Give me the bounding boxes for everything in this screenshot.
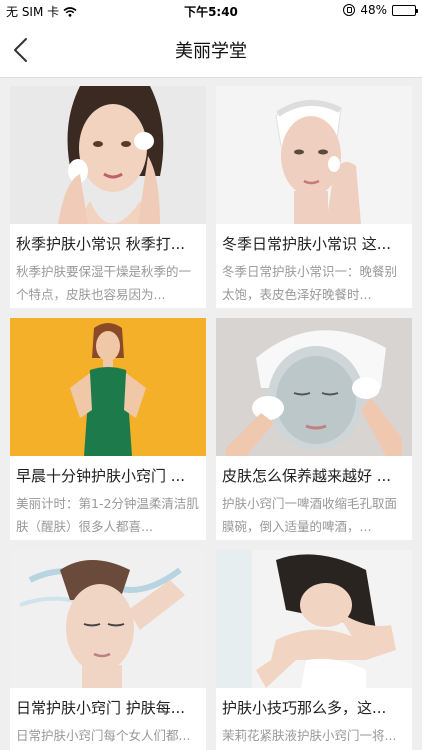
article-title: 护肤小技巧那么多，这...: [222, 699, 387, 717]
article-summary: 日常护肤小窍门每个女人们都...: [16, 728, 191, 743]
article-summary: 冬季日常护肤小常识一：晚餐别太饱，表皮色泽好晚餐时...: [222, 264, 398, 302]
article-summary: 茉莉花紧肤液护肤小窍门一将...: [222, 728, 397, 743]
article-thumbnail: [10, 550, 206, 688]
article-card[interactable]: 日常护肤小窍门 护肤每... 日常护肤小窍门每个女人们都...: [10, 550, 206, 750]
article-thumbnail: [216, 318, 412, 456]
battery-percent: 48%: [360, 3, 387, 17]
article-title: 秋季护肤小常识 秋季打...: [16, 235, 186, 253]
nav-bar: 美丽学堂: [0, 22, 422, 78]
article-title: 冬季日常护肤小常识 这...: [222, 235, 392, 253]
article-title: 日常护肤小窍门 护肤每...: [16, 699, 186, 717]
article-card[interactable]: 早晨十分钟护肤小窍门 ... 美丽计时：第1-2分钟温柔清洁肌肤（醒肤）很多人都…: [10, 318, 206, 540]
article-card[interactable]: 护肤小技巧那么多，这... 茉莉花紧肤液护肤小窍门一将...: [216, 550, 412, 750]
page-title: 美丽学堂: [175, 41, 247, 62]
article-summary: 秋季护肤要保湿干燥是秋季的一个特点，皮肤也容易因为...: [16, 264, 192, 302]
status-right: 48%: [343, 3, 418, 17]
article-summary: 美丽计时：第1-2分钟温柔清洁肌肤（醒肤）很多人都喜...: [16, 496, 199, 534]
article-title: 早晨十分钟护肤小窍门 ...: [16, 467, 186, 485]
article-card[interactable]: 秋季护肤小常识 秋季打... 秋季护肤要保湿干燥是秋季的一个特点，皮肤也容易因为…: [10, 86, 206, 308]
article-thumbnail: [216, 550, 412, 688]
article-thumbnail: [10, 86, 206, 224]
status-bar: 无 SIM 卡 下午5:40 48%: [0, 0, 422, 22]
article-card[interactable]: 冬季日常护肤小常识 这... 冬季日常护肤小常识一：晚餐别太饱，表皮色泽好晚餐时…: [216, 86, 412, 308]
article-thumbnail: [216, 86, 412, 224]
article-card[interactable]: 皮肤怎么保养越来越好 ... 护肤小窍门一啤酒收缩毛孔取面膜碗，倒入适量的啤酒，…: [216, 318, 412, 540]
article-summary: 护肤小窍门一啤酒收缩毛孔取面膜碗，倒入适量的啤酒，...: [222, 496, 398, 534]
orientation-lock-icon: [343, 4, 356, 16]
article-thumbnail: [10, 318, 206, 456]
article-title: 皮肤怎么保养越来越好 ...: [222, 467, 392, 485]
battery-icon: [392, 4, 418, 16]
